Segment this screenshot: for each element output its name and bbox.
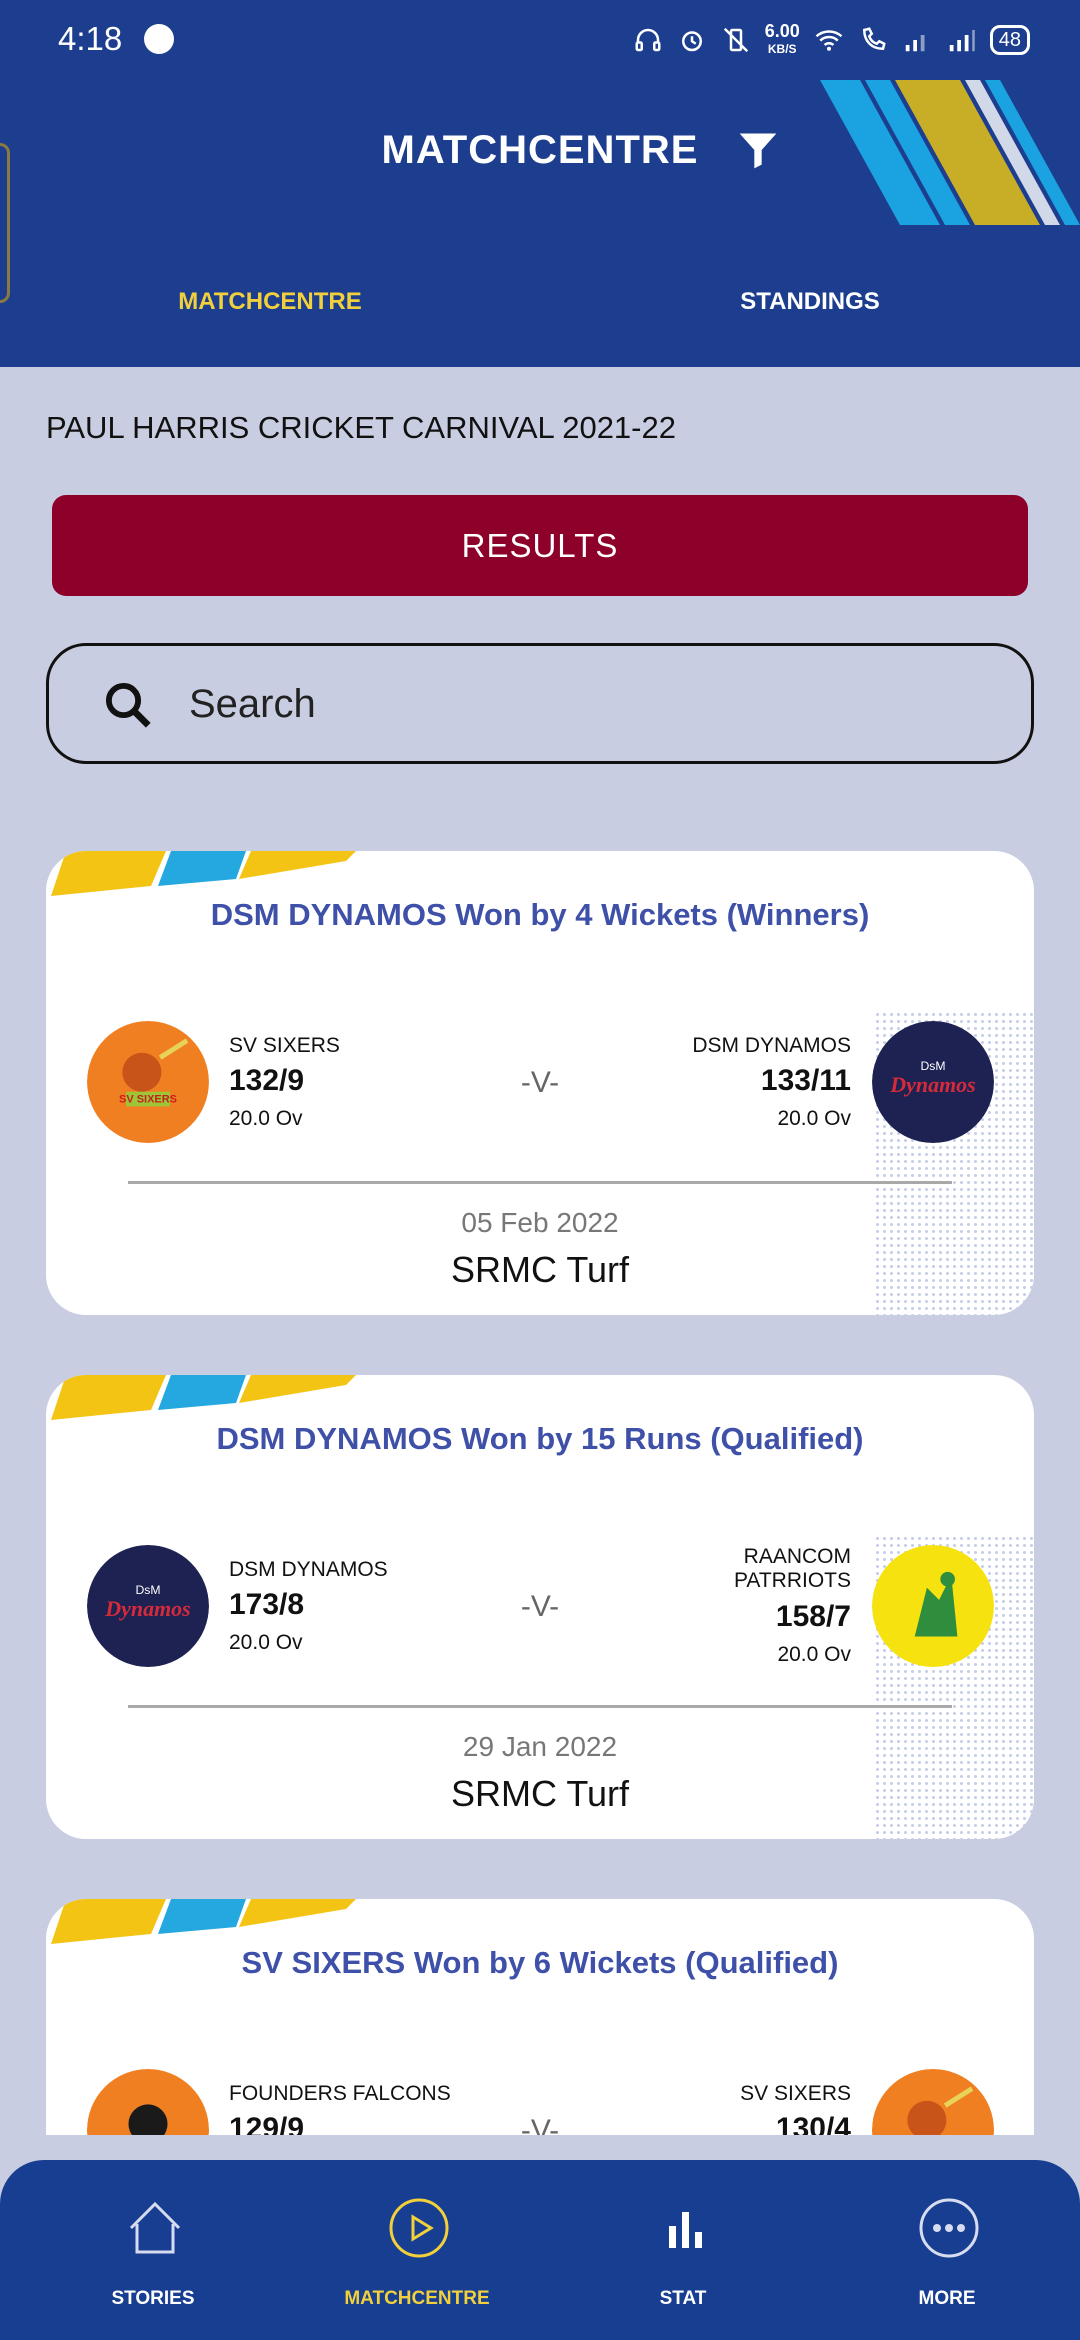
match-date: 05 Feb 2022 — [461, 1207, 619, 1238]
match-card[interactable]: DSM DYNAMOS Won by 4 Wickets (Winners) S… — [46, 851, 1034, 1315]
wifi-icon — [815, 30, 843, 51]
network-speed: 6.00 KB/S — [764, 21, 800, 56]
page-title: MATCHCENTRE — [381, 128, 699, 172]
nav-label: MORE — [918, 2288, 976, 2309]
team2-overs: 20.0 Ov — [777, 1643, 851, 1666]
filter-icon[interactable] — [736, 128, 780, 172]
mute-vibrate-icon — [723, 27, 748, 53]
team-logo-raancom-patrriots — [872, 1545, 994, 1667]
match-venue: SRMC Turf — [450, 1773, 629, 1814]
nav-stories[interactable]: STORIES — [18, 2160, 288, 2340]
battery-indicator: 48 — [989, 25, 1030, 55]
search-bar[interactable]: Search — [46, 643, 1034, 764]
match-result: DSM DYNAMOS Won by 4 Wickets (Winners) — [210, 897, 870, 932]
status-bar: 4:18 6.00 KB/S 48 — [0, 0, 1080, 80]
svg-text:Dynamos: Dynamos — [889, 1072, 975, 1097]
home-icon — [129, 2201, 181, 2254]
nav-label: MATCHCENTRE — [344, 2288, 490, 2309]
tab-bar: MATCHCENTRE STANDINGS — [0, 272, 1080, 332]
match-card[interactable]: SV SIXERS Won by 6 Wickets (Qualified) F… — [46, 1899, 1034, 2135]
status-time: 4:18 — [58, 20, 123, 57]
team1-overs: 20.0 Ov — [229, 1107, 303, 1130]
bottom-navigation: STORIES MATCHCENTRE STAT MORE — [0, 2160, 1080, 2340]
app-header: MATCHCENTRE MATCHCENTRE STANDINGS — [0, 80, 1080, 367]
headphones-icon — [635, 28, 661, 52]
more-icon — [919, 2198, 979, 2258]
match-list[interactable]: DSM DYNAMOS Won by 4 Wickets (Winners) S… — [0, 850, 1080, 2135]
team2-name: DSM DYNAMOS — [692, 1034, 851, 1057]
match-date: 29 Jan 2022 — [462, 1731, 618, 1762]
app-notification-icon — [144, 24, 174, 54]
team1-name: SV SIXERS — [229, 1034, 340, 1057]
team-logo-sv-sixers — [872, 2069, 994, 2135]
nav-matchcentre[interactable]: MATCHCENTRE — [282, 2160, 552, 2340]
alarm-icon — [681, 31, 702, 52]
play-icon — [389, 2198, 449, 2258]
match-result: SV SIXERS Won by 6 Wickets (Qualified) — [241, 1945, 839, 1980]
tab-standings[interactable]: STANDINGS — [540, 272, 1080, 332]
status-icons: 6.00 KB/S 48 — [633, 20, 1030, 60]
match-result: DSM DYNAMOS Won by 15 Runs (Qualified) — [216, 1421, 864, 1456]
team2-overs: 20.0 Ov — [777, 1107, 851, 1130]
card-divider — [128, 1181, 952, 1184]
nav-more[interactable]: MORE — [812, 2160, 1080, 2340]
signal-icon — [905, 35, 925, 52]
team2-name: RAANCOM PATRRIOTS — [733, 1545, 851, 1592]
card-divider — [128, 1705, 952, 1708]
tournament-name: PAUL HARRIS CRICKET CARNIVAL 2021-22 — [46, 410, 676, 445]
team-logo-dsm-dynamos: Dynamos DsM — [872, 1021, 994, 1143]
team1-overs: 20.0 Ov — [229, 1631, 303, 1654]
team1-name: DSM DYNAMOS — [229, 1558, 388, 1581]
match-venue: SRMC Turf — [450, 1249, 629, 1290]
bar-chart-icon — [669, 2212, 702, 2248]
wifi-calling-icon — [862, 27, 886, 51]
team2-score: 158/7 — [775, 1600, 851, 1633]
team2-score: 133/11 — [760, 1064, 851, 1097]
results-button[interactable]: RESULTS — [52, 495, 1028, 596]
team2-name: SV SIXERS — [740, 2082, 851, 2105]
match-card[interactable]: DSM DYNAMOS Won by 15 Runs (Qualified) D… — [46, 1375, 1034, 1839]
nav-label: STAT — [659, 2288, 707, 2309]
signal-icon-2 — [949, 30, 975, 52]
nav-stat[interactable]: STAT — [548, 2160, 818, 2340]
card-decoration — [51, 1899, 356, 1944]
team2-score: 130/4 — [775, 2112, 851, 2135]
team1-name: FOUNDERS FALCONS — [229, 2082, 451, 2105]
tab-matchcentre[interactable]: MATCHCENTRE — [0, 272, 540, 332]
nav-label: STORIES — [111, 2288, 195, 2309]
svg-text:DsM: DsM — [920, 1059, 945, 1073]
search-input[interactable]: Search — [189, 682, 316, 727]
card-decoration — [51, 1375, 356, 1420]
card-decoration — [51, 851, 356, 896]
search-icon — [105, 682, 151, 728]
